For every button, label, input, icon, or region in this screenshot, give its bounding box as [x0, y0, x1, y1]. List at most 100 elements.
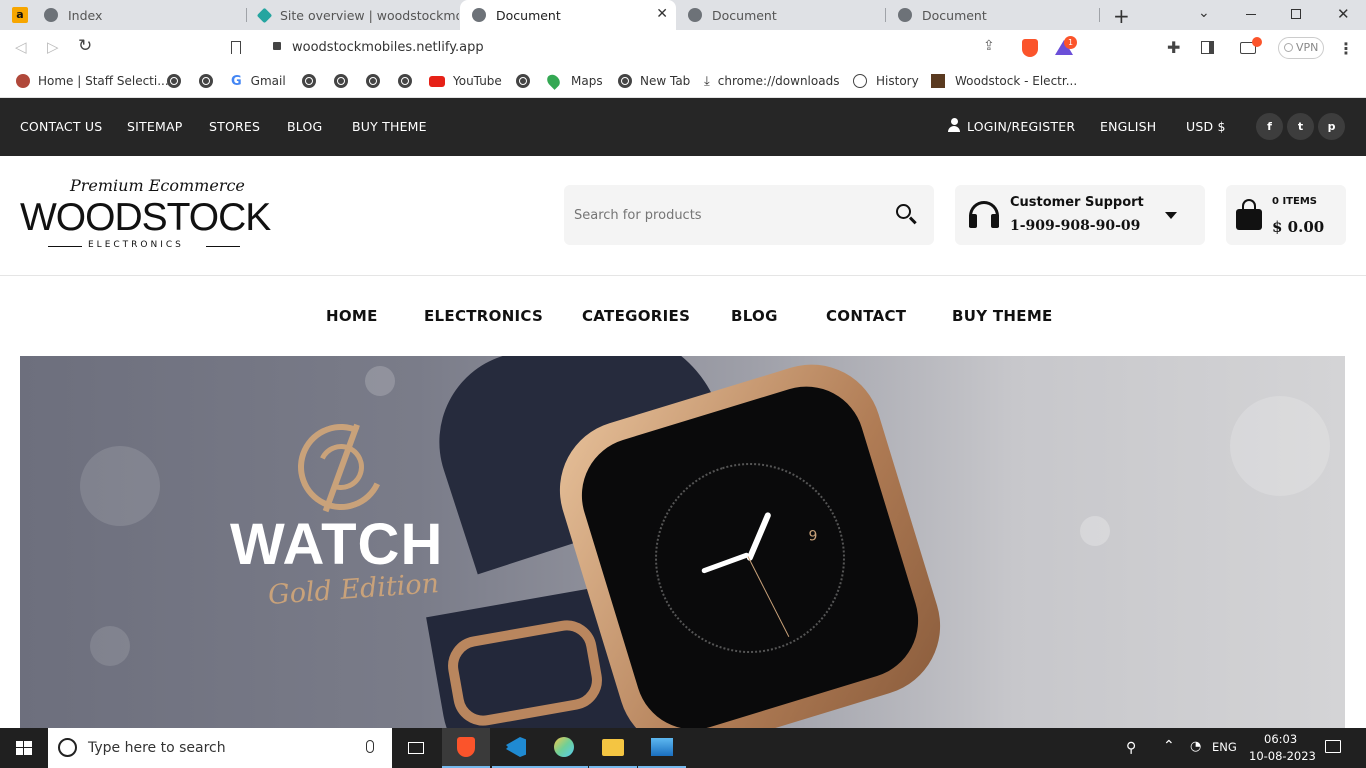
brave-browser-icon[interactable] [442, 728, 490, 768]
site-logo[interactable]: Premium Ecommerce WOODSTOCK ELECTRONICS [20, 174, 271, 254]
bookmark-globe[interactable] [199, 66, 221, 96]
facebook-icon[interactable]: f [1256, 113, 1283, 140]
windows-start-icon[interactable] [16, 741, 32, 755]
clock-time[interactable]: 06:03 [1264, 732, 1297, 746]
hero-banner[interactable]: WATCH Gold Edition 9 [20, 356, 1345, 728]
bookmark-staff-selection[interactable]: Home | Staff Selecti... [16, 66, 169, 96]
logo-tagline: Premium Ecommerce [70, 176, 245, 195]
pinterest-icon[interactable]: p [1318, 113, 1345, 140]
bookmark-globe[interactable] [398, 66, 420, 96]
sidebar-icon[interactable] [1201, 41, 1214, 54]
vscode-icon[interactable] [492, 728, 540, 768]
main-navigation: HOME ELECTRONICS CATEGORIES BLOG CONTACT… [0, 276, 1366, 356]
staff-icon [16, 74, 30, 88]
cart-box[interactable]: 0 ITEMS $ 0.00 [1226, 185, 1346, 245]
microphone-icon[interactable] [366, 740, 374, 753]
share-icon[interactable]: ⇪ [983, 38, 995, 54]
input-language[interactable]: ENG [1212, 740, 1237, 754]
bookmark-youtube[interactable]: YouTube [429, 66, 502, 96]
bookmark-globe[interactable] [167, 66, 189, 96]
tab-document[interactable]: Document [676, 0, 886, 30]
bookmark-globe[interactable] [302, 66, 324, 96]
vpn-button[interactable]: VPN [1278, 37, 1324, 59]
search-input[interactable] [574, 203, 874, 227]
maps-icon [544, 72, 563, 90]
extensions-icon[interactable]: ✚ [1167, 38, 1180, 57]
globe-icon [334, 74, 348, 88]
bookmark-woodstock[interactable]: Woodstock - Electr... [931, 66, 1077, 96]
taskbar-search-box[interactable]: Type here to search [48, 728, 392, 768]
tab-index[interactable]: Index [32, 0, 247, 30]
twitter-icon[interactable]: t [1287, 113, 1314, 140]
globe-icon [398, 74, 412, 88]
topbar-link-buy-theme[interactable]: BUY THEME [352, 98, 427, 156]
lock-icon [273, 42, 281, 50]
restore-icon[interactable] [1291, 9, 1301, 19]
back-icon[interactable]: ◁ [15, 38, 27, 56]
forward-icon[interactable]: ▷ [47, 38, 59, 56]
language-selector[interactable]: ENGLISH [1100, 98, 1156, 156]
clock-date[interactable]: 10-08-2023 [1249, 749, 1316, 763]
bookmark-globe[interactable] [516, 66, 538, 96]
watch-emblem-icon [285, 411, 397, 523]
tab-search-chevron-icon[interactable]: ⌄ [1198, 5, 1210, 21]
user-icon[interactable] [948, 118, 960, 132]
nav-blog[interactable]: BLOG [731, 276, 778, 356]
bookmark-page-icon[interactable] [231, 41, 241, 54]
bookmark-new-tab[interactable]: New Tab [618, 66, 690, 96]
bookmark-downloads[interactable]: ⤓ chrome://downloads [704, 66, 839, 96]
bokeh-light [1230, 396, 1330, 496]
people-icon[interactable]: ⚲ [1126, 740, 1136, 756]
search-circle-icon [58, 738, 77, 757]
search-icon[interactable] [896, 204, 918, 226]
bookmark-globe[interactable] [366, 66, 388, 96]
globe-icon [898, 8, 912, 22]
tab-document-active[interactable]: Document ✕ [460, 0, 676, 30]
rewards-badge: 1 [1064, 36, 1077, 49]
login-register-link[interactable]: LOGIN/REGISTER [967, 98, 1075, 156]
currency-selector[interactable]: USD $ [1186, 98, 1226, 156]
reload-icon[interactable]: ↻ [78, 36, 92, 56]
vpn-label: VPN [1296, 41, 1319, 54]
network-icon[interactable]: ◔ [1190, 739, 1201, 754]
bookmark-maps[interactable]: Maps [544, 66, 603, 96]
address-bar[interactable]: woodstockmobiles.netlify.app ⇪ 1 [256, 34, 1081, 62]
tab-site-overview[interactable]: Site overview | woodstockmobiles [247, 0, 459, 30]
amazon-extension-icon[interactable]: a [12, 7, 28, 23]
caret-down-icon[interactable] [1165, 212, 1177, 219]
bookmark-globe[interactable] [334, 66, 356, 96]
file-explorer-icon[interactable] [589, 728, 637, 768]
topbar-link-sitemap[interactable]: SITEMAP [127, 98, 182, 156]
close-window-icon[interactable]: ✕ [1337, 5, 1350, 23]
bookmark-label: History [876, 74, 919, 88]
topbar-link-contact-us[interactable]: CONTACT US [20, 98, 102, 156]
menu-icon[interactable]: ⋮ [1338, 39, 1354, 58]
logo-name: WOODSTOCK [20, 196, 271, 239]
new-tab-icon[interactable]: + [1113, 4, 1130, 28]
tab-document[interactable]: Document [886, 0, 1100, 30]
paint-icon[interactable] [540, 728, 588, 768]
bookmark-history[interactable]: History [853, 66, 919, 96]
minimize-icon[interactable] [1246, 14, 1256, 15]
wallet-badge-icon [1252, 37, 1262, 47]
close-icon[interactable]: ✕ [656, 6, 668, 22]
tab-title: Index [68, 7, 103, 23]
nav-buy-theme[interactable]: BUY THEME [952, 276, 1053, 356]
globe-icon [688, 8, 702, 22]
nav-contact[interactable]: CONTACT [826, 276, 906, 356]
bookmark-gmail[interactable]: G Gmail [231, 66, 286, 96]
nav-categories[interactable]: CATEGORIES [582, 276, 690, 356]
customer-support-box[interactable]: Customer Support 1-909-908-90-09 [955, 185, 1205, 245]
show-hidden-icons-chevron-icon[interactable]: ⌃ [1163, 738, 1175, 754]
brave-shield-icon[interactable] [1022, 39, 1038, 57]
task-view-icon[interactable] [392, 728, 440, 768]
nav-electronics[interactable]: ELECTRONICS [424, 276, 543, 356]
topbar-link-stores[interactable]: STORES [209, 98, 260, 156]
nav-home[interactable]: HOME [326, 276, 378, 356]
support-label: Customer Support [1010, 195, 1144, 210]
topbar-link-blog[interactable]: BLOG [287, 98, 322, 156]
address-text[interactable]: woodstockmobiles.netlify.app [292, 40, 484, 55]
photos-icon[interactable] [638, 728, 686, 768]
search-box [564, 185, 934, 245]
notifications-icon[interactable] [1325, 740, 1341, 753]
